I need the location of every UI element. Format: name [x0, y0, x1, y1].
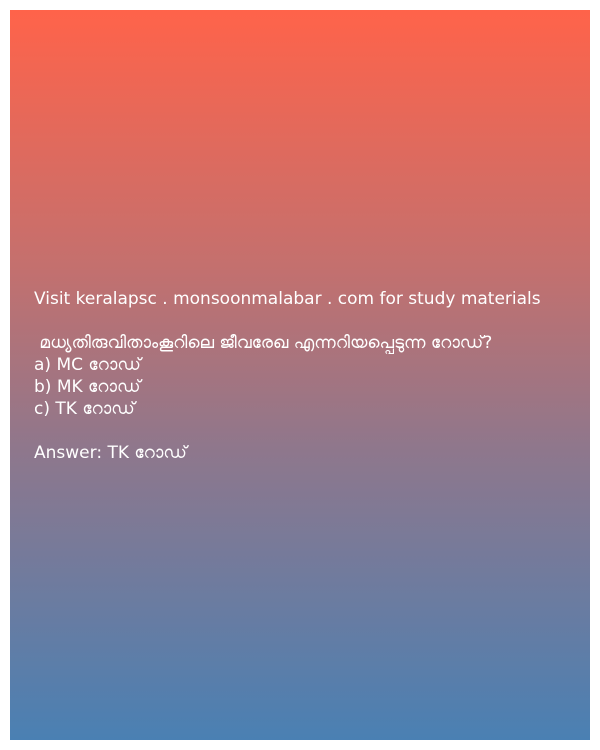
quiz-content: Visit keralapsc . monsoonmalabar . com f… — [34, 288, 574, 464]
answer-text: Answer: TK റോഡ് — [34, 443, 187, 463]
question-text: മധ്യതിരുവിതാംകൂറിലെ ജീവരേഖ എന്നറിയപ്പെടു… — [34, 333, 493, 353]
option-a: a) MC റോഡ് — [34, 355, 141, 375]
option-b: b) MK റോഡ് — [34, 377, 141, 397]
option-c: c) TK റോഡ് — [34, 399, 135, 419]
quiz-card: Visit keralapsc . monsoonmalabar . com f… — [10, 10, 590, 740]
site-promo-text: Visit keralapsc . monsoonmalabar . com f… — [34, 289, 541, 309]
